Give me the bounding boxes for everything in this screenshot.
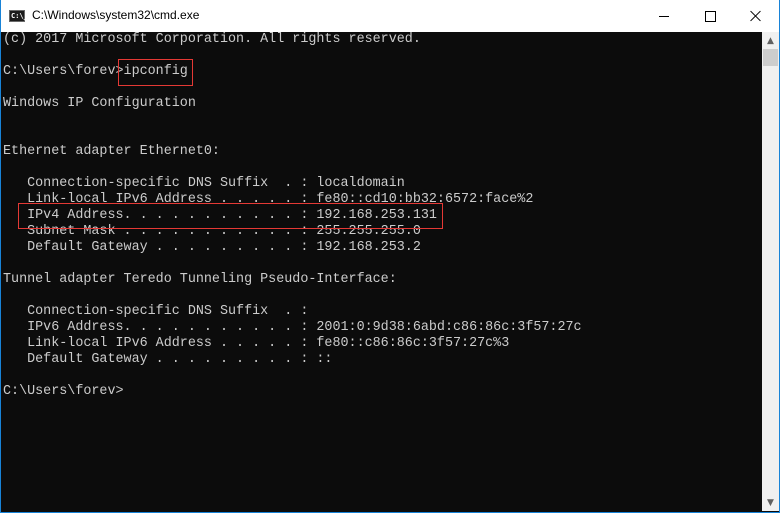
console-line: Connection-specific DNS Suffix . : local…: [3, 176, 405, 191]
highlight-box-ipv4: [18, 203, 443, 229]
console-line: Default Gateway . . . . . . . . . : 192.…: [3, 240, 421, 255]
console-line: Tunnel adapter Teredo Tunneling Pseudo-I…: [3, 272, 397, 287]
console-line: Connection-specific DNS Suffix . :: [3, 304, 309, 319]
cmd-window: C:\Windows\system32\cmd.exe (c) 2017 Mic…: [0, 0, 780, 513]
scroll-up-button[interactable]: ▲: [762, 32, 779, 49]
console-line: IPv6 Address. . . . . . . . . . . : 2001…: [3, 320, 582, 335]
vertical-scrollbar[interactable]: ▲ ▼: [762, 32, 779, 511]
minimize-icon: [659, 15, 669, 17]
scroll-down-button[interactable]: ▼: [762, 494, 779, 511]
console-line: (c) 2017 Microsoft Corporation. All righ…: [3, 32, 421, 47]
scroll-thumb[interactable]: [763, 49, 778, 66]
close-button[interactable]: [733, 0, 779, 32]
chevron-up-icon: ▲: [767, 35, 774, 46]
title-bar[interactable]: C:\Windows\system32\cmd.exe: [1, 0, 779, 32]
console-line: Ethernet adapter Ethernet0:: [3, 144, 220, 159]
chevron-down-icon: ▼: [767, 497, 774, 508]
console-line: Windows IP Configuration: [3, 96, 196, 111]
cmd-icon[interactable]: [9, 10, 28, 22]
console-line: Default Gateway . . . . . . . . . : ::: [3, 352, 333, 367]
close-icon: [750, 10, 762, 22]
highlight-box-command: [118, 59, 193, 86]
maximize-icon: [704, 10, 716, 22]
window-title: C:\Windows\system32\cmd.exe: [32, 8, 200, 22]
minimize-button[interactable]: [641, 0, 687, 32]
console-output[interactable]: (c) 2017 Microsoft Corporation. All righ…: [1, 32, 762, 511]
console-line: Link-local IPv6 Address . . . . . : fe80…: [3, 336, 510, 351]
maximize-button[interactable]: [687, 0, 733, 32]
console-line: C:\Users\forev>: [3, 384, 124, 399]
